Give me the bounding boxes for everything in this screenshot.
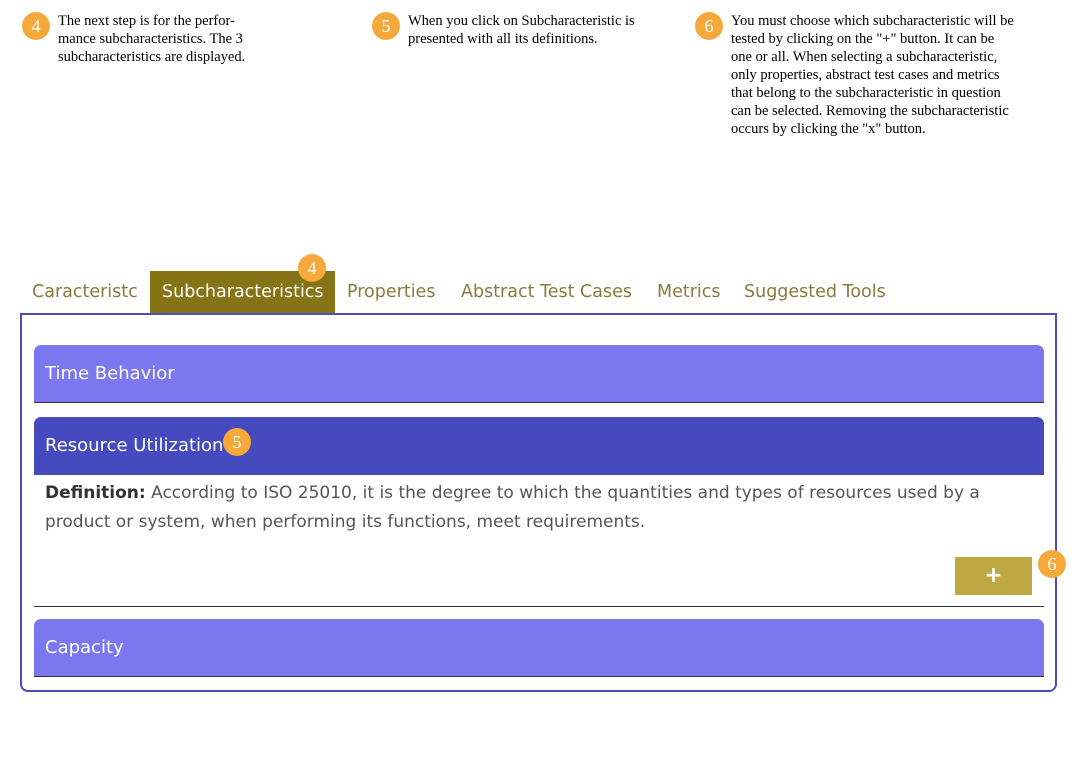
note-line: The next step is for the perfor- — [58, 13, 235, 29]
tab-suggested-tools[interactable]: Suggested Tools — [744, 271, 886, 313]
note-line: only properties, abstract test cases and… — [731, 67, 1000, 83]
note-line: mance subcharacteristics. The 3 — [58, 31, 243, 47]
subcharacteristics-panel: Time Behavior Resource Utilization Defin… — [20, 313, 1057, 692]
step-badge-add: 6 — [1038, 550, 1066, 578]
step-badge: 6 — [695, 12, 723, 40]
accordion-body-resource-utilization: Definition: According to ISO 25010, it i… — [34, 475, 1044, 607]
tab-abstract-test-cases[interactable]: Abstract Test Cases — [461, 271, 632, 313]
note-line: occurs by clicking the "x" button. — [731, 121, 926, 137]
tab-bar: Caracteristc Subcharacteristics Properti… — [20, 271, 920, 313]
accordion-time-behavior[interactable]: Time Behavior — [34, 345, 1044, 403]
add-subcharacteristic-button[interactable]: + — [955, 557, 1032, 595]
note-line: that belong to the subcharacteristic in … — [731, 85, 1001, 101]
step-badge-resource: 5 — [223, 428, 251, 456]
step-badge: 5 — [372, 12, 400, 40]
tab-properties[interactable]: Properties — [347, 271, 435, 313]
note-line: tested by clicking on the "+" button. It… — [731, 31, 995, 47]
note-line: subcharacteristics are displayed. — [58, 49, 246, 65]
tab-metrics[interactable]: Metrics — [657, 271, 721, 313]
accordion-capacity[interactable]: Capacity — [34, 619, 1044, 677]
step-badge: 4 — [22, 12, 50, 40]
note-line: presented with all its definitions. — [408, 31, 598, 47]
note-line: one or all. When selecting a subcharacte… — [731, 49, 998, 65]
note-line: When you click on Subcharacteristic is — [408, 13, 635, 29]
definition-label: Definition: — [45, 483, 146, 503]
accordion-resource-utilization[interactable]: Resource Utilization — [34, 417, 1044, 475]
definition-body: According to ISO 25010, it is the degree… — [45, 483, 980, 532]
step-badge-tab: 4 — [298, 254, 326, 282]
note-line: can be selected. Removing the subcharact… — [731, 103, 1009, 119]
note-line: You must choose which subcharacteristic … — [731, 13, 1014, 29]
definition-text: Definition: According to ISO 25010, it i… — [45, 479, 1020, 537]
tab-caracteristc[interactable]: Caracteristc — [32, 271, 138, 313]
